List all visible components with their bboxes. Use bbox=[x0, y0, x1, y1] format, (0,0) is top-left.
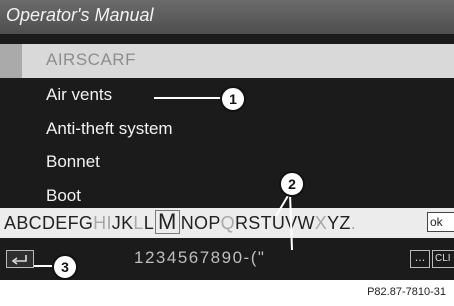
callout-1: 1 bbox=[220, 86, 246, 112]
callout-2-line bbox=[275, 193, 290, 217]
callout-2: 2 bbox=[279, 171, 305, 197]
callout-3: 3 bbox=[52, 254, 78, 280]
callout-2-line-lower bbox=[289, 193, 293, 251]
figure-reference: P82.87-7810-31 bbox=[367, 286, 446, 298]
